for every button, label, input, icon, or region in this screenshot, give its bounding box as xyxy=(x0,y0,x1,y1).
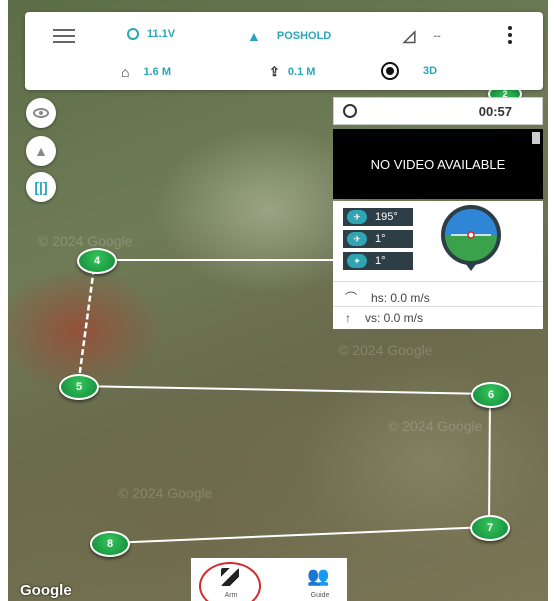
pitch-icon: ✈ xyxy=(347,232,367,246)
heading-icon: ✈ xyxy=(347,210,367,224)
battery-icon xyxy=(127,28,139,40)
flight-mode-label: POSHOLD xyxy=(276,30,332,42)
waypoint-label: 8 xyxy=(106,538,114,550)
gps-fix-value: 3D xyxy=(423,65,438,77)
climb-status: ⇪ 0.1 M xyxy=(269,64,315,80)
arm-button[interactable]: Arm xyxy=(199,562,261,601)
arm-highlight-circle xyxy=(199,562,261,601)
gps-target-icon xyxy=(381,62,399,80)
horizontal-speed-value: hs: 0.0 m/s xyxy=(371,290,430,305)
eye-icon xyxy=(33,108,49,118)
roll-value: 1° xyxy=(375,255,386,267)
roll-icon: ✦ xyxy=(347,254,367,268)
signal-icon: ◿ xyxy=(403,28,416,45)
clock-icon xyxy=(343,104,357,118)
waypoint-label: 4 xyxy=(93,255,101,267)
navigation-arrow-icon: ▲ xyxy=(247,28,261,44)
heading-value: 195° xyxy=(375,211,398,223)
video-feed[interactable]: NO VIDEO AVAILABLE xyxy=(333,129,543,199)
signal-value: -- xyxy=(433,30,441,42)
google-attribution: Google xyxy=(20,582,72,599)
split-view-icon: [|] xyxy=(34,179,48,195)
altitude-status: ⌂ 1.6 M xyxy=(121,64,171,80)
app-frame: © 2024 Google © 2024 Google © 2024 Googl… xyxy=(0,0,554,601)
video-menu-icon[interactable] xyxy=(532,132,540,144)
waypoint-marker[interactable]: 8 xyxy=(90,531,130,557)
pitch-value: 1° xyxy=(375,233,386,245)
battery-status: 11.1V xyxy=(127,28,175,40)
timer-value: 00:57 xyxy=(478,104,512,119)
vertical-speed: ↑ vs: 0.0 m/s xyxy=(345,311,423,325)
path-segment xyxy=(107,526,490,544)
flight-timer: 00:57 xyxy=(333,97,543,125)
status-toolbar: 11.1V ▲ POSHOLD ◿ -- ⌂ 1.6 M ⇪ 0.1 M 3D xyxy=(25,12,543,90)
gps-status: 3D xyxy=(381,62,437,80)
altitude-value: 1.6 M xyxy=(143,66,171,78)
people-icon: 👥 xyxy=(307,566,330,586)
path-segment xyxy=(77,385,491,395)
location-button[interactable]: ▲ xyxy=(26,136,56,166)
attitude-panel: ✈ 195° ✈ 1° ✦ 1° ⌒ hs: 0.0 m/s ↑ vs: 0.0… xyxy=(333,201,543,329)
horizontal-speed: ⌒ hs: 0.0 m/s xyxy=(345,289,430,306)
more-options-icon[interactable] xyxy=(508,26,514,44)
telemetry-panel: 00:57 NO VIDEO AVAILABLE ✈ 195° ✈ 1° ✦ 1° xyxy=(333,97,543,329)
bottom-action-bar: Arm 👥 Guide xyxy=(191,558,347,601)
vertical-arrow-icon: ↑ xyxy=(345,311,351,325)
home-icon: ⌂ xyxy=(121,64,130,80)
menu-icon[interactable] xyxy=(53,29,75,43)
eye-view-button[interactable] xyxy=(26,98,56,128)
upload-arrow-icon: ⇪ xyxy=(269,64,280,79)
speedometer-icon: ⌒ xyxy=(345,291,358,305)
guide-button[interactable]: 👥 Guide xyxy=(295,562,345,601)
video-status: NO VIDEO AVAILABLE xyxy=(370,156,506,172)
split-view-button[interactable]: [|] xyxy=(26,172,56,202)
heading-chip: ✈ 195° xyxy=(343,208,413,226)
waypoint-label: 5 xyxy=(75,381,83,393)
vertical-speed-value: vs: 0.0 m/s xyxy=(365,311,424,325)
path-segment xyxy=(488,393,491,528)
battery-voltage: 11.1V xyxy=(147,28,176,40)
waypoint-marker[interactable]: 7 xyxy=(470,515,510,541)
waypoint-label: 7 xyxy=(486,522,494,534)
waypoint-marker[interactable]: 4 xyxy=(77,248,117,274)
guide-label: Guide xyxy=(310,592,330,599)
navigation-arrow-icon: ▲ xyxy=(34,143,48,159)
attitude-indicator xyxy=(441,205,501,271)
pitch-chip: ✈ 1° xyxy=(343,230,413,248)
flight-mode[interactable]: ▲ POSHOLD xyxy=(247,28,331,44)
waypoint-marker[interactable]: 6 xyxy=(471,382,511,408)
climb-value: 0.1 M xyxy=(287,66,316,78)
roll-chip: ✦ 1° xyxy=(343,252,413,270)
path-segment xyxy=(76,259,97,387)
waypoint-label: 6 xyxy=(487,389,495,401)
waypoint-marker[interactable]: 5 xyxy=(59,374,99,400)
signal-status: ◿ -- xyxy=(403,26,441,46)
